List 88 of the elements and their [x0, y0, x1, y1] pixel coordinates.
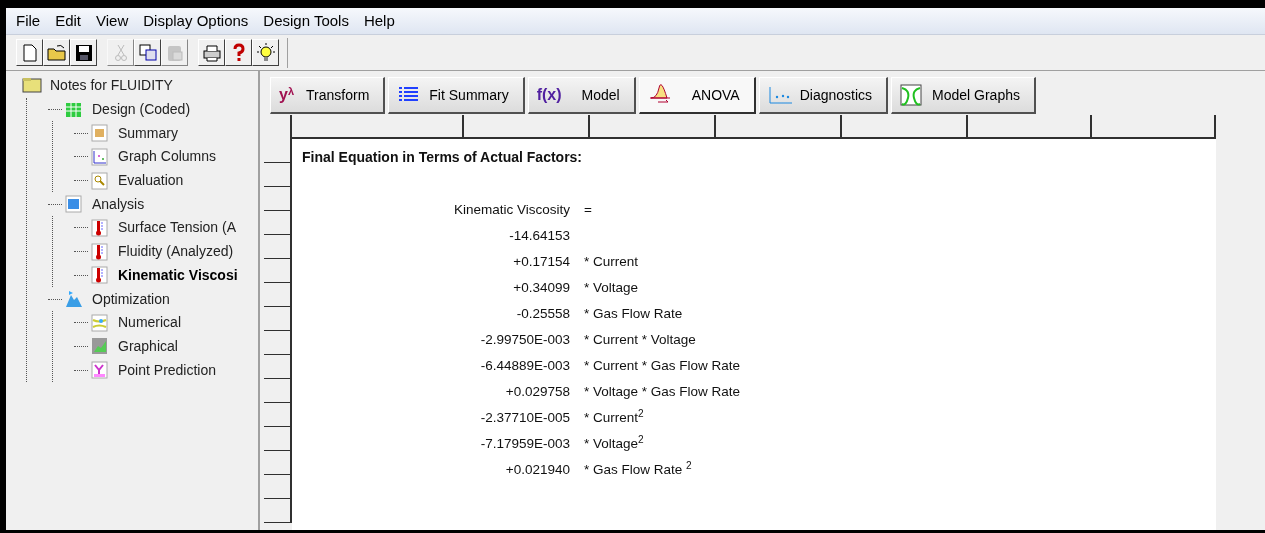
factor-term: * Voltage [584, 279, 639, 297]
row-header [264, 187, 292, 211]
tree-item[interactable]: Optimization [92, 288, 170, 310]
row-header [264, 283, 292, 307]
tab[interactable]: Diagnostics [758, 77, 889, 114]
factor-term: * Gas Flow Rate [584, 305, 683, 323]
magnifier-icon [90, 170, 110, 191]
tree-item[interactable]: Summary [118, 122, 178, 144]
thermometer-icon [90, 265, 110, 286]
coefficient: +0.029758 [505, 384, 570, 399]
menu-item[interactable]: View [96, 9, 129, 33]
floppy-disk-button[interactable] [70, 39, 97, 66]
chart-icon [90, 146, 110, 167]
tree-item[interactable]: Analysis [92, 193, 145, 215]
calculator-icon [64, 194, 84, 215]
tab[interactable]: Fit Summary [388, 77, 525, 114]
coefficient: +0.17154 [513, 254, 570, 269]
response-name: Kinematic Viscosity [453, 202, 570, 217]
tree-item[interactable]: Point Prediction [118, 359, 217, 381]
contour-plot-icon [900, 84, 925, 106]
light-bulb-icon [254, 41, 277, 64]
row-header [264, 427, 292, 451]
menu-item[interactable]: Edit [55, 9, 82, 33]
tab[interactable]: f(x) Model [527, 77, 636, 114]
flask-icon [64, 289, 84, 310]
factor-term: * Voltage$^{2}$ [584, 434, 644, 453]
folder-button[interactable] [43, 39, 70, 66]
row-header [264, 331, 292, 355]
equals-sign: = [584, 201, 592, 219]
tree-item[interactable]: Graph Columns [118, 146, 217, 168]
table-icon [90, 123, 110, 144]
row-header [264, 235, 292, 259]
contour-icon [90, 312, 110, 333]
row-header [264, 499, 292, 523]
region-map-icon [90, 336, 110, 357]
tree-item[interactable]: Surface Tension (A [118, 217, 237, 239]
thermometer-icon [90, 217, 110, 238]
row-header [264, 259, 292, 283]
coefficient: -0.25558 [516, 306, 570, 321]
menu-item[interactable]: File [16, 9, 41, 33]
coefficient: -6.44889E-003 [480, 358, 570, 373]
factor-term: * Current [584, 253, 639, 271]
row-header [264, 475, 292, 499]
coefficient: -2.37710E-005 [480, 410, 570, 425]
folder-icon [22, 75, 42, 96]
help-button[interactable] [225, 39, 252, 66]
factor-term: * Voltage * Gas Flow Rate [584, 383, 741, 401]
coefficient: -2.99750E-003 [480, 332, 570, 347]
symbol-label: y$^{λ}$ [279, 83, 295, 105]
tab[interactable]: Model Graphs [891, 77, 1036, 114]
menu-item[interactable]: Help [363, 9, 395, 33]
coefficient: +0.021940 [505, 462, 570, 477]
copy-button[interactable] [134, 39, 161, 66]
copy-icon [136, 41, 159, 64]
row-header [264, 307, 292, 331]
factor-term: * Current * Voltage [584, 331, 696, 349]
factor-term: * Gas Flow Rate $^{2}$ [584, 460, 692, 479]
tree-item[interactable]: Notes for FLUIDITY [50, 75, 173, 97]
tree-item[interactable]: Design (Coded) [92, 99, 191, 121]
tree-item[interactable]: Kinematic Viscosi [118, 264, 238, 286]
coefficient: -14.64153 [509, 228, 570, 243]
tree-item[interactable]: Graphical [118, 335, 178, 357]
row-header [264, 451, 292, 475]
scatter-plot-icon [767, 84, 792, 106]
row-header [264, 403, 292, 427]
row-header [264, 355, 292, 379]
row-header [264, 211, 292, 235]
symbol-label: f(x) [536, 85, 562, 105]
factor-term: * Current * Gas Flow Rate [584, 357, 741, 375]
new-file-button[interactable] [16, 39, 43, 66]
coefficient: +0.34099 [513, 280, 570, 295]
menu-item[interactable]: Display Options [143, 9, 249, 33]
tab[interactable]: ANOVA [638, 77, 756, 114]
equation-heading: Final Equation in Terms of Actual Factors: [302, 148, 584, 167]
thermometer-icon [90, 241, 110, 262]
row-header [264, 163, 292, 187]
tree-item[interactable]: Evaluation [118, 170, 184, 192]
point-icon [90, 360, 110, 381]
coefficient: -7.17959E-003 [480, 436, 570, 451]
menu-item[interactable]: Design Tools [263, 9, 349, 33]
row-header [264, 379, 292, 403]
tab[interactable]: y$^{λ}$ Transform [270, 77, 386, 114]
tree-item[interactable]: Numerical [118, 312, 181, 334]
printer-button[interactable] [198, 39, 225, 66]
bell-curve-icon [647, 84, 672, 106]
tree-item[interactable]: Fluidity (Analyzed) [118, 241, 234, 263]
factor-term: * Current$^{2}$ [584, 408, 644, 427]
light-bulb-button[interactable] [252, 39, 279, 66]
